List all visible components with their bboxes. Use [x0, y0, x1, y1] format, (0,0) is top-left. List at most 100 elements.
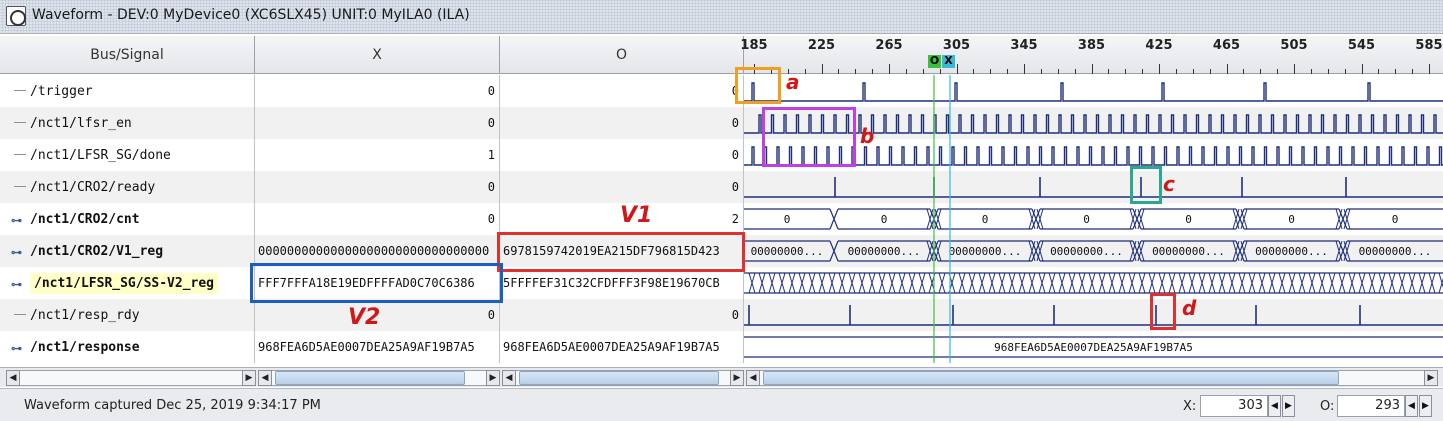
- ruler-minor-tick: [1074, 69, 1076, 74]
- waveform-trace[interactable]: [744, 267, 1443, 299]
- bus-transition: [1348, 272, 1356, 294]
- bottom-scrollbars: ◀ ▶ ◀ ▶ ◀ ▶ ◀ ▶: [0, 367, 1443, 387]
- ruler-minor-tick: [1378, 69, 1380, 74]
- waveform-trace[interactable]: [744, 171, 1443, 203]
- o-column-scrollbar[interactable]: ◀ ▶: [502, 370, 744, 386]
- x-cursor-value: 0: [255, 75, 500, 107]
- bus-transition: [1358, 272, 1366, 294]
- signal-row[interactable]: ⊶/nct1/CRO2/cnt 0 2 0 0 0 0 0 0 0: [0, 203, 1443, 235]
- bus-value-label: 00000000...: [949, 245, 1022, 258]
- signal-name-cell[interactable]: /nct1/resp_rdy: [0, 299, 255, 331]
- scroll-right-icon[interactable]: ▶: [730, 370, 744, 386]
- bus-expand-icon[interactable]: ⊶: [11, 246, 22, 259]
- time-ruler[interactable]: 185 225 265 305 345 385 425 465 505 545 585 O X: [740, 36, 1443, 74]
- waveform-trace[interactable]: 968FEA6D5AE0007DEA25A9AF19B7A5: [744, 331, 1443, 363]
- bus-transition: [1343, 240, 1351, 262]
- o-cursor-marker[interactable]: O: [928, 55, 941, 68]
- bus-expand-icon[interactable]: ⊶: [11, 342, 22, 355]
- signal-row[interactable]: ⊶ /nct1/LFSR_SG/SS-V2_reg FFF7FFFA18E19EDF…: [0, 267, 1443, 299]
- scroll-left-icon[interactable]: ◀: [502, 370, 516, 386]
- signal-name-cell[interactable]: ⊶ /nct1/response: [0, 331, 255, 363]
- o-cursor-decrement-icon[interactable]: ◀: [1405, 395, 1418, 417]
- o-cursor-field[interactable]: 293: [1337, 395, 1405, 417]
- signal-column-scrollbar[interactable]: ◀ ▶: [6, 370, 256, 386]
- x-column-scrollbar[interactable]: ◀ ▶: [258, 370, 500, 386]
- signal-name-cell[interactable]: ⊶ /nct1/CRO2/V1_reg: [0, 235, 255, 267]
- signal-name-cell[interactable]: /nct1/CRO2/ready: [0, 171, 255, 203]
- bus-transition: [998, 272, 1006, 294]
- ruler-major-tick: [1091, 64, 1093, 74]
- bus-transition: [829, 208, 839, 230]
- x-cursor-marker[interactable]: X: [942, 55, 955, 68]
- x-cursor-increment-icon[interactable]: ▶: [1282, 395, 1295, 417]
- bus-transition: [1268, 272, 1276, 294]
- bus-transition: [1178, 272, 1186, 294]
- column-header-o[interactable]: O: [500, 36, 744, 74]
- bus-value-label: 968FEA6D5AE0007DEA25A9AF19B7A5: [994, 341, 1193, 354]
- waveform-app-icon[interactable]: [6, 6, 26, 26]
- signal-row[interactable]: /nct1/CRO2/ready 0 0: [0, 171, 1443, 203]
- ruler-minor-tick: [905, 69, 907, 74]
- scroll-left-icon[interactable]: ◀: [746, 370, 760, 386]
- column-header-x[interactable]: X: [255, 36, 500, 74]
- o-cursor-increment-icon[interactable]: ▶: [1419, 395, 1432, 417]
- bus-transition: [1068, 272, 1076, 294]
- signal-name-cell[interactable]: ⊶ /nct1/LFSR_SG/SS-V2_reg: [0, 267, 255, 299]
- tree-connector-icon: [14, 314, 26, 315]
- signal-row[interactable]: /nct1/resp_rdy 0 0: [0, 299, 1443, 331]
- bus-transition: [1238, 272, 1246, 294]
- waveform-trace[interactable]: [744, 139, 1443, 171]
- signal-name-cell[interactable]: /nct1/LFSR_SG/done: [0, 139, 255, 171]
- bus-transition: [818, 272, 826, 294]
- scroll-right-icon[interactable]: ▶: [1424, 370, 1438, 386]
- bus-transition: [868, 272, 876, 294]
- ruler-tick-label: 585: [1415, 38, 1443, 53]
- bus-expand-icon[interactable]: ⊶: [11, 214, 22, 227]
- signal-row[interactable]: /nct1/lfsr_en 0 0: [0, 107, 1443, 139]
- bus-transition: [1335, 240, 1343, 262]
- bus-transition: [1218, 272, 1226, 294]
- waveform-trace[interactable]: [744, 107, 1443, 139]
- waveform-trace[interactable]: [744, 299, 1443, 331]
- signal-name-cell[interactable]: /trigger: [0, 75, 255, 107]
- signal-row[interactable]: /trigger 0 0: [0, 75, 1443, 107]
- signal-name: /nct1/resp_rdy: [30, 307, 140, 323]
- scroll-left-icon[interactable]: ◀: [258, 370, 272, 386]
- bus-transition: [1343, 208, 1351, 230]
- scroll-left-icon[interactable]: ◀: [6, 370, 20, 386]
- bus-transition: [1028, 208, 1036, 230]
- status-bar: Waveform captured Dec 25, 2019 9:34:17 P…: [0, 388, 1443, 421]
- scrollbar-thumb[interactable]: [763, 371, 1339, 385]
- scroll-right-icon[interactable]: ▶: [242, 370, 256, 386]
- bus-transition: [1232, 240, 1240, 262]
- waveform-scrollbar[interactable]: ◀ ▶: [746, 370, 1438, 386]
- signal-row[interactable]: /nct1/LFSR_SG/done 1 0: [0, 139, 1443, 171]
- scroll-right-icon[interactable]: ▶: [486, 370, 500, 386]
- ruler-tick-label: 545: [1347, 38, 1376, 53]
- scrollbar-thumb[interactable]: [275, 371, 465, 385]
- ruler-major-tick: [956, 64, 958, 74]
- column-header-signal[interactable]: Bus/Signal: [0, 36, 255, 74]
- waveform-trace[interactable]: 0 0 0 0 0 0 0: [744, 203, 1443, 235]
- o-cursor-value: 968FEA6D5AE0007DEA25A9AF19B7A5: [500, 331, 744, 363]
- bus-value-label: 00000000...: [1255, 245, 1328, 258]
- waveform-trace[interactable]: [744, 75, 1443, 107]
- signal-row[interactable]: ⊶ /nct1/CRO2/V1_reg 0000000000000000000000…: [0, 235, 1443, 267]
- bus-transition: [978, 272, 986, 294]
- signal-row[interactable]: ⊶ /nct1/response 968FEA6D5AE0007DEA25A9AF1…: [0, 331, 1443, 363]
- scrollbar-thumb[interactable]: [519, 371, 719, 385]
- bus-transition: [1038, 272, 1046, 294]
- signal-name-cell[interactable]: /nct1/lfsr_en: [0, 107, 255, 139]
- ruler-minor-tick: [1395, 69, 1397, 74]
- bus-transition: [1298, 272, 1306, 294]
- bus-expand-icon[interactable]: ⊶: [11, 278, 22, 291]
- x-cursor-field[interactable]: 303: [1200, 395, 1268, 417]
- bus-transition: [778, 272, 786, 294]
- waveform-trace[interactable]: 00000000... 00000000... 00000000... 0000000…: [744, 235, 1443, 267]
- bus-transition: [748, 272, 756, 294]
- ruler-minor-tick: [1277, 69, 1279, 74]
- x-cursor-decrement-icon[interactable]: ◀: [1268, 395, 1281, 417]
- signal-name-cell[interactable]: ⊶ /nct1/CRO2/cnt: [0, 203, 255, 235]
- o-cursor-value: 0: [500, 299, 744, 331]
- x-cursor-value: 0: [255, 299, 500, 331]
